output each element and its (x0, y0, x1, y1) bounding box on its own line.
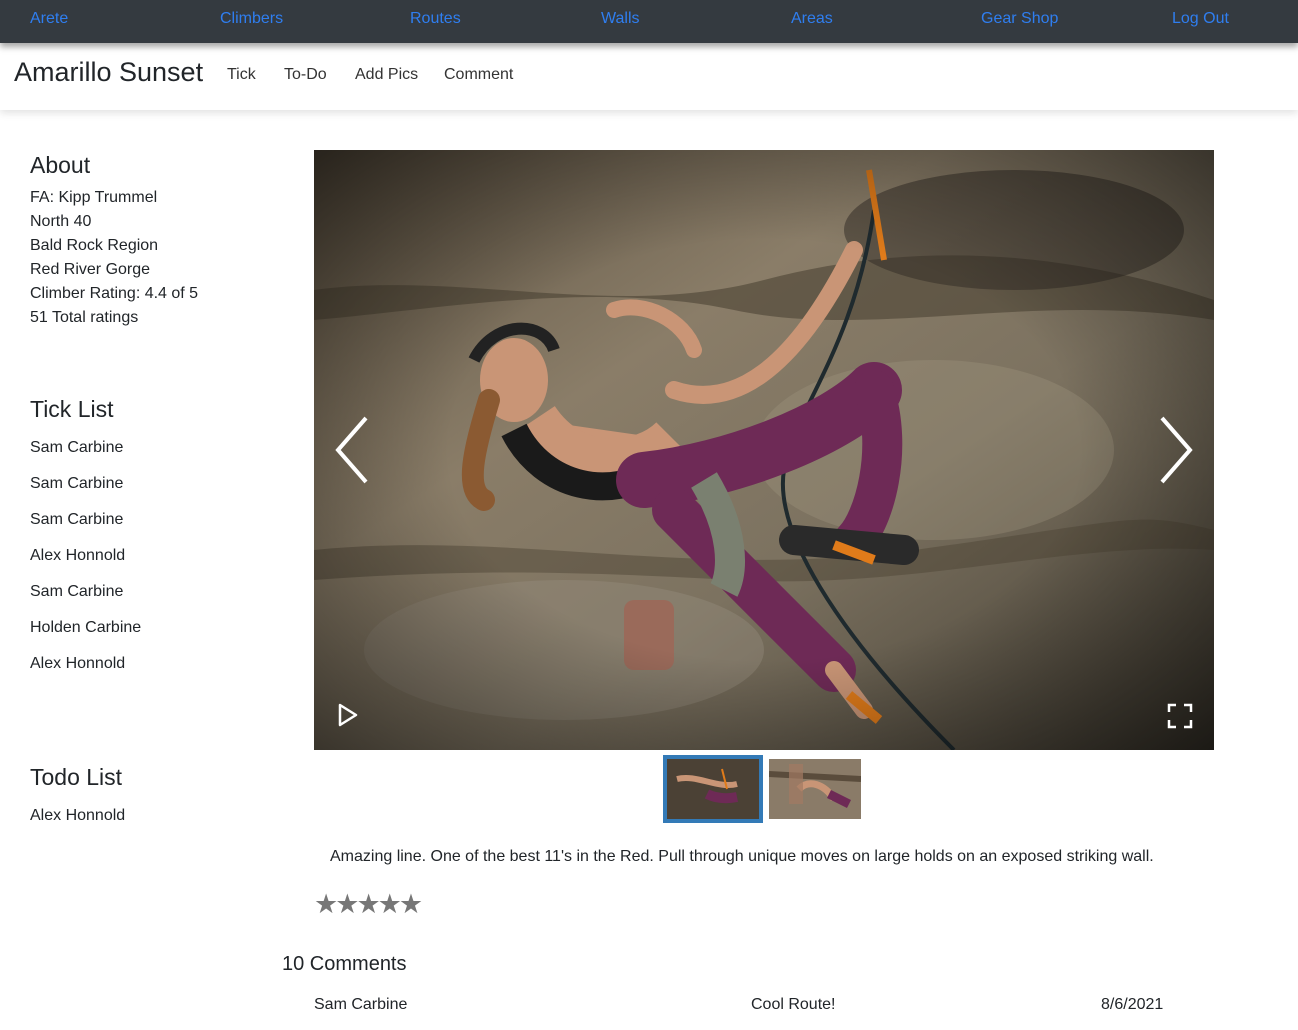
comment-author[interactable]: Sam Carbine (314, 996, 407, 1014)
tick-list-item[interactable]: Holden Carbine (30, 619, 141, 637)
gallery-thumbnail[interactable] (663, 755, 763, 823)
fullscreen-icon (1167, 703, 1193, 729)
todo-button[interactable]: To-Do (284, 66, 327, 84)
play-icon (338, 703, 358, 727)
route-header: Amarillo Sunset Tick To-Do Add Pics Comm… (0, 43, 1298, 110)
route-description: Amazing line. One of the best 11's in th… (330, 848, 1154, 865)
climber-photo (314, 150, 1214, 750)
tick-list-item[interactable]: Sam Carbine (30, 475, 123, 493)
add-pics-button[interactable]: Add Pics (355, 66, 418, 84)
tick-list-item[interactable]: Alex Honnold (30, 547, 125, 565)
first-ascent: FA: Kipp Trummel (30, 189, 158, 206)
nav-link-areas[interactable]: Areas (791, 10, 833, 28)
gallery-thumbnail[interactable] (765, 755, 865, 823)
climber-rating: Climber Rating: 4.4 of 5 (30, 285, 199, 302)
tick-button[interactable]: Tick (227, 66, 256, 84)
nav-link-log-out[interactable]: Log Out (1172, 10, 1229, 28)
chevron-left-icon (335, 416, 368, 484)
tick-list-item[interactable]: Sam Carbine (30, 439, 123, 457)
nav-link-walls[interactable]: Walls (601, 10, 640, 28)
region-name: Bald Rock Region (30, 237, 159, 254)
tick-list-heading: Tick List (30, 396, 114, 422)
nav-link-climbers[interactable]: Climbers (220, 10, 283, 28)
star-rating[interactable]: ★★★★★ (314, 889, 423, 919)
total-ratings: 51 Total ratings (30, 309, 139, 326)
top-navbar: Arete Climbers Routes Walls Areas Gear S… (0, 0, 1298, 43)
thumbnail-image (769, 759, 861, 819)
nav-link-arete[interactable]: Arete (30, 10, 68, 28)
todo-list-item[interactable]: Alex Honnold (30, 807, 125, 825)
comments-heading: 10 Comments (282, 953, 407, 975)
about-heading: About (30, 152, 91, 178)
area-name: Red River Gorge (30, 261, 151, 278)
comment-button[interactable]: Comment (444, 66, 513, 84)
play-slideshow-button[interactable] (334, 700, 362, 730)
route-title: Amarillo Sunset (14, 57, 204, 87)
tick-list-item[interactable]: Alex Honnold (30, 655, 125, 673)
tick-list-item[interactable]: Sam Carbine (30, 511, 123, 529)
star-icon[interactable]: ★ (399, 889, 423, 919)
thumbnail-image (667, 759, 759, 819)
next-image-button[interactable] (1148, 410, 1200, 490)
prev-image-button[interactable] (328, 410, 380, 490)
tick-list-item[interactable]: Sam Carbine (30, 583, 123, 601)
nav-link-gear-shop[interactable]: Gear Shop (981, 10, 1058, 28)
comment-date: 8/6/2021 (1101, 996, 1164, 1013)
image-gallery[interactable] (314, 150, 1214, 750)
wall-name: North 40 (30, 213, 92, 230)
comment-text: Cool Route! (751, 996, 836, 1013)
nav-link-routes[interactable]: Routes (410, 10, 461, 28)
chevron-right-icon (1160, 416, 1193, 484)
todo-list-heading: Todo List (30, 764, 123, 790)
fullscreen-button[interactable] (1166, 702, 1194, 730)
